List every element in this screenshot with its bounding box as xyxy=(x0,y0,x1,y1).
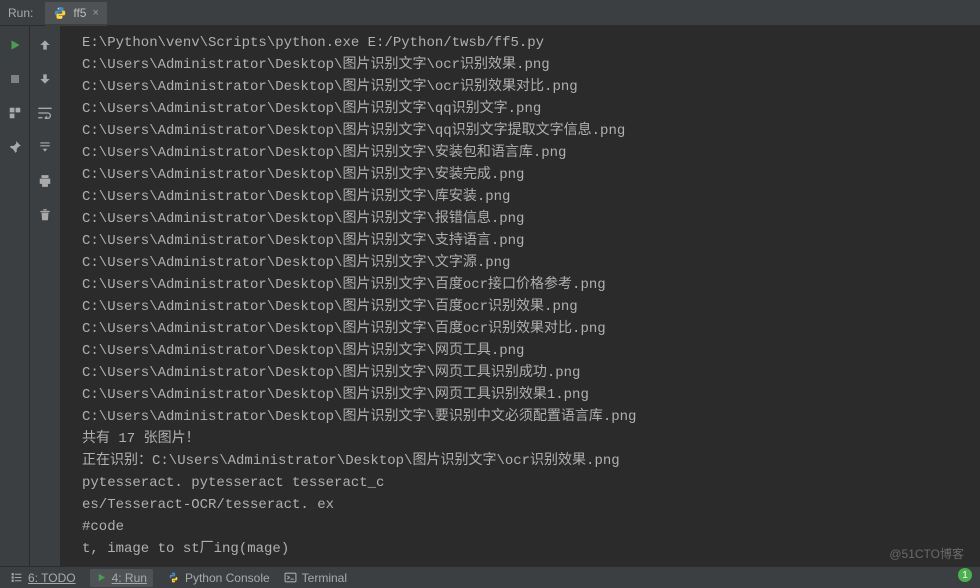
rerun-icon[interactable] xyxy=(4,34,26,56)
console-line: pytesseract. pytesseract tesseract_c xyxy=(82,472,972,494)
run-top-bar: Run: ff5 × xyxy=(0,0,980,26)
console-line: E:\Python\venv\Scripts\python.exe E:/Pyt… xyxy=(82,32,972,54)
console-line: C:\Users\Administrator\Desktop\图片识别文字\qq… xyxy=(82,98,972,120)
soft-wrap-icon[interactable] xyxy=(34,102,56,124)
console-line: C:\Users\Administrator\Desktop\图片识别文字\qq… xyxy=(82,120,972,142)
console-output: E:\Python\venv\Scripts\python.exe E:/Pyt… xyxy=(60,26,980,566)
console-line: 共有 17 张图片！ xyxy=(82,428,972,450)
arrow-up-icon[interactable] xyxy=(34,34,56,56)
console-line: t, image to st厂ing(mage) xyxy=(82,538,972,560)
terminal-button[interactable]: Terminal xyxy=(284,571,347,585)
console-line: C:\Users\Administrator\Desktop\图片识别文字\安装… xyxy=(82,164,972,186)
tab-filename: ff5 xyxy=(73,6,86,20)
console-line: C:\Users\Administrator\Desktop\图片识别文字\支持… xyxy=(82,230,972,252)
python-console-button[interactable]: Python Console xyxy=(167,571,270,585)
run-control-rail xyxy=(0,26,30,566)
todo-tool-button[interactable]: 6: TODO xyxy=(10,571,76,585)
bottom-tool-bar: 6: TODO 4: Run Python Console Terminal xyxy=(0,566,980,588)
console-line: C:\Users\Administrator\Desktop\图片识别文字\要识… xyxy=(82,406,972,428)
arrow-down-icon[interactable] xyxy=(34,68,56,90)
console-line: C:\Users\Administrator\Desktop\图片识别文字\oc… xyxy=(82,54,972,76)
console-line: C:\Users\Administrator\Desktop\图片识别文字\oc… xyxy=(82,76,972,98)
python-icon xyxy=(53,6,67,20)
console-line: C:\Users\Administrator\Desktop\图片识别文字\安装… xyxy=(82,142,972,164)
todo-label: 6: TODO xyxy=(28,571,76,585)
console-line: C:\Users\Administrator\Desktop\图片识别文字\网页… xyxy=(82,340,972,362)
console-line: C:\Users\Administrator\Desktop\图片识别文字\库安… xyxy=(82,186,972,208)
python-console-label: Python Console xyxy=(185,571,270,585)
event-badge[interactable]: 1 xyxy=(958,568,972,582)
trash-icon[interactable] xyxy=(34,204,56,226)
close-icon[interactable]: × xyxy=(92,7,98,19)
console-line: 正在识别：C:\Users\Administrator\Desktop\图片识别… xyxy=(82,450,972,472)
run-label: Run: xyxy=(8,6,33,20)
layout-icon[interactable] xyxy=(4,102,26,124)
console-line: #code xyxy=(82,516,972,538)
console-output-area[interactable]: E:\Python\venv\Scripts\python.exe E:/Pyt… xyxy=(60,26,980,566)
todo-icon xyxy=(10,571,23,584)
console-line: C:\Users\Administrator\Desktop\图片识别文字\文字… xyxy=(82,252,972,274)
python-console-icon xyxy=(167,571,180,584)
console-line: C:\Users\Administrator\Desktop\图片识别文字\百度… xyxy=(82,318,972,340)
console-line: C:\Users\Administrator\Desktop\图片识别文字\百度… xyxy=(82,296,972,318)
stop-icon[interactable] xyxy=(4,68,26,90)
console-line: C:\Users\Administrator\Desktop\图片识别文字\网页… xyxy=(82,362,972,384)
run-tool-button[interactable]: 4: Run xyxy=(90,569,153,587)
console-line: C:\Users\Administrator\Desktop\图片识别文字\百度… xyxy=(82,274,972,296)
terminal-label: Terminal xyxy=(302,571,347,585)
console-line: C:\Users\Administrator\Desktop\图片识别文字\报错… xyxy=(82,208,972,230)
console-line: es/Tesseract-OCR/tesseract. ex xyxy=(82,494,972,516)
scroll-to-end-icon[interactable] xyxy=(34,136,56,158)
run-label: 4: Run xyxy=(112,571,147,585)
run-panel: E:\Python\venv\Scripts\python.exe E:/Pyt… xyxy=(0,26,980,566)
pin-icon[interactable] xyxy=(4,136,26,158)
run-tab-ff5[interactable]: ff5 × xyxy=(45,2,107,26)
play-icon xyxy=(96,572,107,583)
print-icon[interactable] xyxy=(34,170,56,192)
console-line: C:\Users\Administrator\Desktop\图片识别文字\网页… xyxy=(82,384,972,406)
output-control-rail xyxy=(30,26,60,566)
terminal-icon xyxy=(284,571,297,584)
